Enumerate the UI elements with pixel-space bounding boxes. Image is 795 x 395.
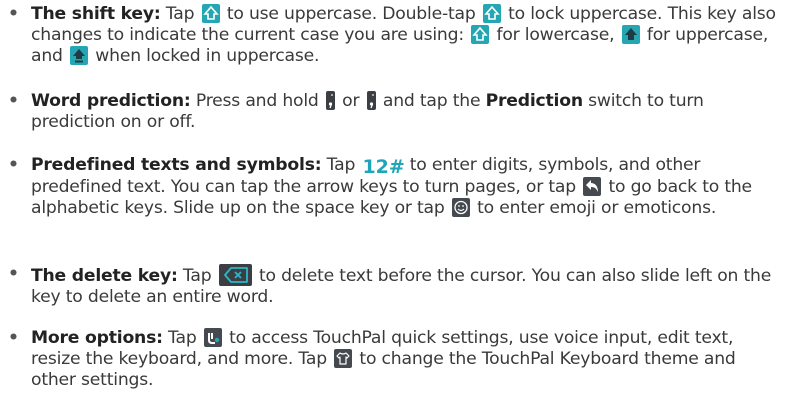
text-segment: when locked in uppercase.: [90, 46, 320, 66]
text-segment: to use uppercase. Double-tap: [221, 4, 481, 24]
bullet: •: [8, 155, 19, 175]
list-item-word-prediction: • Word prediction: Press and hold or and…: [0, 91, 785, 133]
item-title: The shift key:: [31, 4, 161, 24]
item-title: More options:: [31, 328, 163, 348]
item-title: Predefined texts and symbols:: [31, 155, 322, 175]
item-text: The delete key: Tap to delete text befor…: [31, 264, 785, 308]
text-segment: and tap the: [377, 91, 486, 111]
comma-prediction-key-icon: [325, 91, 335, 110]
list-item-shift-key: • The shift key: Tap to use uppercase. D…: [0, 4, 785, 67]
touchpal-logo-icon: [203, 328, 222, 347]
list-item-predefined-texts: • Predefined texts and symbols: Tap 12# …: [0, 155, 785, 219]
delete-key-icon: [218, 264, 252, 286]
text-segment: Press and hold: [190, 91, 324, 111]
text-segment: for lowercase,: [491, 25, 620, 45]
symbol-key-label: 12#: [362, 156, 405, 178]
item-title: Word prediction:: [31, 91, 191, 111]
comma-prediction-key-icon: [366, 91, 376, 110]
theme-shirt-icon: [334, 349, 353, 368]
bullet: •: [8, 91, 19, 111]
text-segment: to enter emoji or emoticons.: [471, 198, 717, 218]
bold-term: Prediction: [485, 91, 583, 111]
emoji-smiley-icon: [451, 198, 470, 217]
text-segment: Tap: [177, 266, 217, 286]
shift-uppercase-icon: [621, 25, 640, 44]
item-title: The delete key:: [31, 266, 178, 286]
bullet: •: [8, 264, 19, 284]
item-text: Predefined texts and symbols: Tap 12# to…: [31, 155, 785, 219]
text-segment: or: [336, 91, 365, 111]
bullet: •: [8, 328, 19, 348]
item-text: Word prediction: Press and hold or and t…: [31, 91, 785, 133]
bullet: •: [8, 4, 19, 24]
item-text: More options: Tap to access TouchPal qui…: [31, 328, 785, 391]
shift-outline-icon: [482, 4, 501, 23]
text-segment: Tap: [162, 328, 202, 348]
list-item-delete-key: • The delete key: Tap to delete text bef…: [0, 264, 785, 308]
symbol-key-icon: 12#: [362, 156, 405, 178]
item-text: The shift key: Tap to use uppercase. Dou…: [31, 4, 785, 67]
text-segment: Tap: [321, 155, 361, 175]
instruction-list: • The shift key: Tap to use uppercase. D…: [0, 0, 795, 395]
list-item-more-options: • More options: Tap to access TouchPal q…: [0, 328, 785, 391]
shift-lowercase-icon: [471, 25, 490, 44]
text-segment: Tap: [160, 4, 200, 24]
shift-outline-icon: [201, 4, 220, 23]
back-arrow-icon: [583, 177, 602, 196]
shift-locked-icon: [70, 46, 88, 65]
